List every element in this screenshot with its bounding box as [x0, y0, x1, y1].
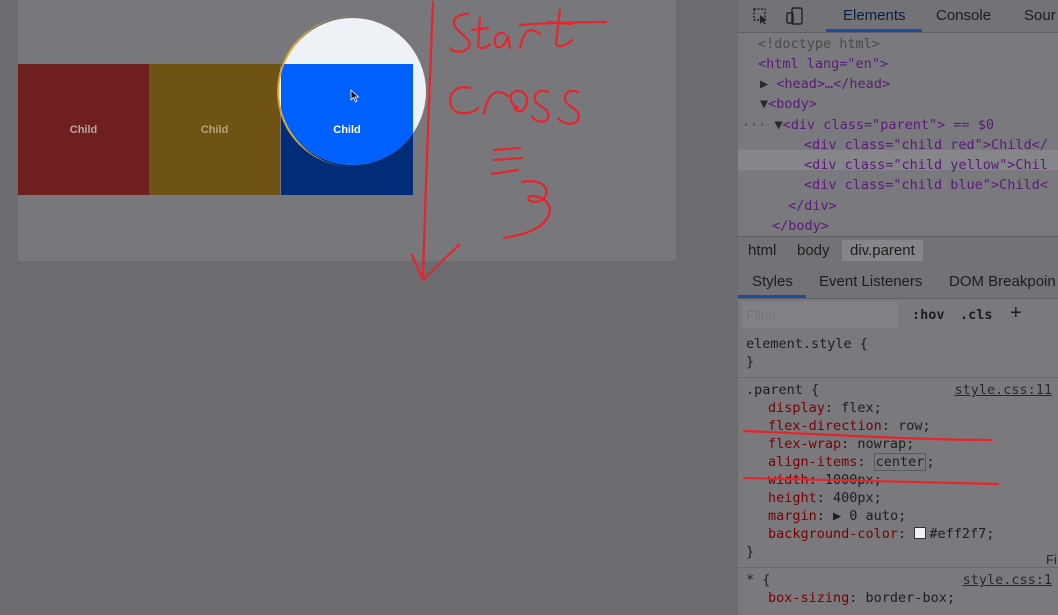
styles-filter-row: :hov .cls +: [738, 300, 1058, 330]
spotlight-child-label: Child: [333, 123, 361, 136]
devtools-tab-bar: Elements Console Sour: [738, 0, 1058, 33]
value-editor[interactable]: center: [873, 453, 927, 471]
cls-toggle[interactable]: .cls: [960, 307, 993, 323]
side-panel-label: Fi: [1046, 552, 1057, 567]
page-viewport: Child Child Child Child: [0, 0, 738, 615]
dom-line-div-close[interactable]: </div>: [788, 198, 837, 214]
breadcrumb-body[interactable]: body: [797, 242, 830, 259]
universal-rule-selector[interactable]: * {: [746, 572, 770, 588]
dom-line-doctype[interactable]: <!doctype html>: [758, 36, 880, 52]
css-declaration[interactable]: width: 1000px;: [768, 472, 882, 488]
tab-dom-breakpoints[interactable]: DOM Breakpoin: [949, 273, 1056, 290]
tab-event-listeners[interactable]: Event Listeners: [819, 273, 922, 290]
rule-divider: [738, 377, 1058, 378]
child-yellow-label: Child: [200, 123, 229, 136]
css-declaration[interactable]: background-color: #eff2f7;: [768, 526, 994, 542]
universal-rule-source-link[interactable]: style.css:1: [963, 572, 1052, 588]
breadcrumb: html body div.parent: [738, 236, 1058, 266]
dom-line-child-yellow[interactable]: <div class="child yellow">Chil: [804, 157, 1048, 173]
devtools-panel: Elements Console Sour <!doctype html> <h…: [738, 0, 1058, 615]
device-toolbar-icon[interactable]: [786, 7, 804, 25]
css-declaration[interactable]: height: 400px;: [768, 490, 882, 506]
parent-rule-selector[interactable]: .parent {: [746, 382, 819, 398]
mouse-cursor-icon: [350, 89, 360, 103]
styles-pane: element.style { } .parent { style.css:11…: [738, 333, 1058, 615]
expand-triangle-icon[interactable]: ▶: [760, 76, 768, 92]
rule-divider: [738, 567, 1058, 568]
element-style-open[interactable]: element.style {: [746, 336, 868, 352]
tab-sources[interactable]: Sour: [1024, 7, 1056, 24]
inspect-element-icon[interactable]: [752, 7, 770, 25]
tab-console[interactable]: Console: [936, 7, 991, 24]
breadcrumb-html[interactable]: html: [748, 242, 776, 259]
parent-rule-source-link[interactable]: style.css:11: [954, 382, 1052, 398]
child-red-label: Child: [69, 123, 98, 136]
dom-line-head[interactable]: ▶ <head>…</head>: [760, 76, 890, 92]
hov-toggle[interactable]: :hov: [912, 307, 945, 323]
dom-line-body[interactable]: ▼<body>: [760, 96, 817, 112]
dom-line-child-red[interactable]: <div class="child red">Child</: [804, 137, 1048, 153]
dom-tree: <!doctype html> <html lang="en"> ▶ <head…: [738, 33, 1058, 236]
collapse-triangle-icon[interactable]: ▼: [775, 117, 783, 133]
css-declaration[interactable]: display: flex;: [768, 400, 882, 416]
element-style-close: }: [746, 354, 755, 370]
css-declaration[interactable]: align-items: center;: [768, 453, 935, 471]
more-options-icon[interactable]: ···: [742, 117, 766, 133]
styles-tab-bar: Styles Event Listeners DOM Breakpoin: [738, 265, 1058, 299]
collapse-triangle-icon[interactable]: ▼: [760, 96, 768, 112]
css-declaration[interactable]: flex-wrap: nowrap;: [768, 436, 914, 452]
parent-rule-close: }: [746, 544, 755, 560]
dom-line-body-close[interactable]: </body>: [772, 218, 829, 234]
color-swatch-icon[interactable]: [914, 527, 927, 539]
styles-filter-input[interactable]: [742, 302, 898, 328]
breadcrumb-div-parent[interactable]: div.parent: [842, 240, 923, 261]
tab-styles[interactable]: Styles: [752, 273, 793, 290]
child-red[interactable]: Child: [18, 64, 149, 195]
styles-tab-indicator: [738, 295, 806, 298]
dom-line-parent[interactable]: ··· ▼<div class="parent"> == $0: [742, 117, 994, 133]
child-yellow[interactable]: Child: [149, 64, 280, 195]
dom-line-html[interactable]: <html lang="en">: [758, 56, 888, 72]
active-tab-indicator: [826, 29, 922, 32]
css-declaration[interactable]: box-sizing: border-box;: [768, 590, 955, 606]
new-style-rule-icon[interactable]: +: [1010, 302, 1022, 325]
css-declaration[interactable]: flex-direction: row;: [768, 418, 931, 434]
css-declaration[interactable]: margin: ▶ 0 auto;: [768, 508, 906, 524]
dom-line-child-blue[interactable]: <div class="child blue">Child<: [804, 177, 1048, 193]
tab-elements[interactable]: Elements: [843, 7, 906, 24]
